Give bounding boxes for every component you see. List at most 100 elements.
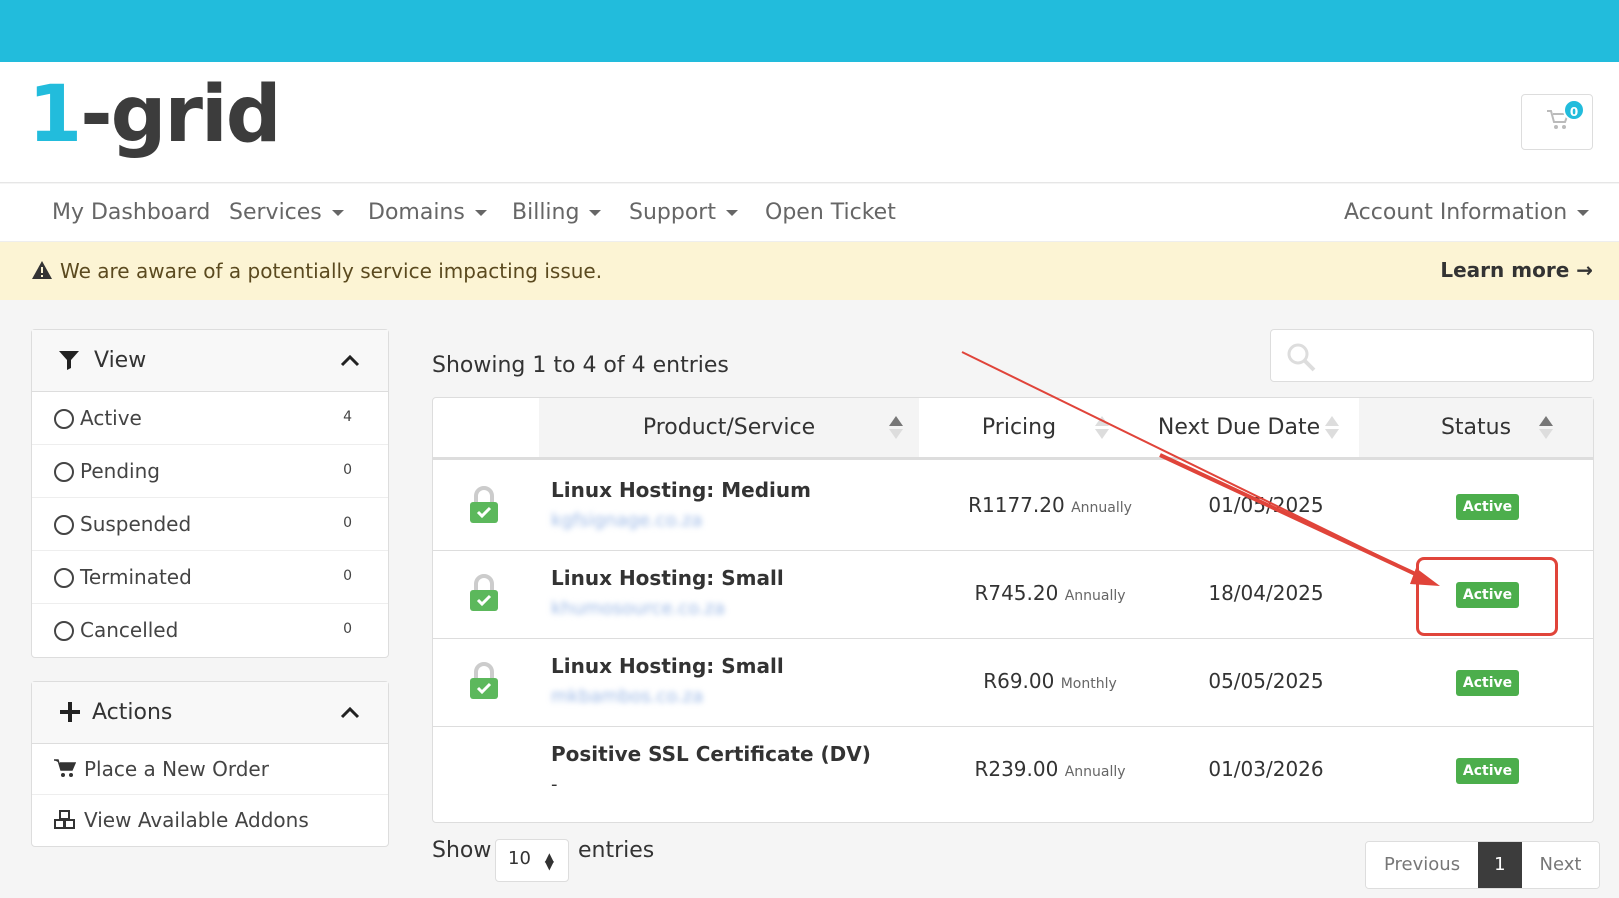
- entries-label: entries: [578, 838, 655, 863]
- site-header: 1-grid 0: [0, 62, 1619, 183]
- row-price: R1177.20 Annually: [968, 493, 1132, 517]
- filter-count: 0: [343, 515, 352, 531]
- chevron-up-icon[interactable]: [340, 352, 360, 371]
- product-name[interactable]: Linux Hosting: Small: [551, 566, 784, 590]
- actions-panel-title: Actions: [92, 700, 173, 725]
- filter-count: 0: [343, 568, 352, 584]
- search-input[interactable]: [1323, 340, 1581, 372]
- table-row[interactable]: Linux Hosting: Small mkbambos.co.za R69.…: [433, 636, 1593, 727]
- row-price: R239.00 Annually: [974, 757, 1126, 781]
- table-row[interactable]: Linux Hosting: Medium kgfsignage.co.za R…: [433, 460, 1593, 551]
- search-icon: [1285, 341, 1317, 377]
- nav-account-information[interactable]: Account Information: [1344, 200, 1590, 225]
- action-label: Place a New Order: [84, 757, 269, 781]
- arrow-right-icon: →: [1576, 258, 1593, 282]
- row-due-date: 18/04/2025: [1208, 581, 1324, 605]
- sort-icon: [1095, 416, 1109, 440]
- radio-circle-icon: [54, 568, 74, 588]
- ssl-lock-icon: [469, 486, 499, 528]
- status-badge: Active: [1456, 494, 1519, 520]
- row-due-date: 01/03/2026: [1208, 757, 1324, 781]
- radio-circle-icon: [54, 409, 74, 429]
- table-search-box[interactable]: [1270, 329, 1594, 382]
- ssl-lock-icon: [469, 574, 499, 616]
- chevron-up-icon[interactable]: [340, 704, 360, 723]
- filter-count: 0: [343, 462, 352, 478]
- nav-services[interactable]: Services: [229, 200, 344, 225]
- learn-more-link[interactable]: Learn more →: [1440, 258, 1593, 282]
- filter-icon: [58, 349, 80, 375]
- main-nav: My Dashboard Services Domains Billing Su…: [0, 184, 1619, 242]
- row-price: R69.00 Monthly: [983, 669, 1117, 693]
- product-domain: -: [551, 774, 558, 795]
- filter-label: Cancelled: [80, 618, 179, 642]
- view-filter-panel: View Active 4 Pending 0 Suspended 0 Term…: [31, 329, 389, 658]
- nav-billing[interactable]: Billing: [512, 200, 602, 225]
- table-row[interactable]: Positive SSL Certificate (DV) - R239.00 …: [433, 724, 1593, 815]
- product-domain[interactable]: khumosource.co.za: [551, 598, 725, 619]
- row-due-date: 05/05/2025: [1208, 669, 1324, 693]
- caret-down-icon: [331, 210, 344, 216]
- nav-my-dashboard[interactable]: My Dashboard: [52, 200, 210, 225]
- caret-down-icon: [589, 210, 602, 216]
- cart-icon: [54, 759, 77, 784]
- filter-label: Pending: [80, 459, 160, 483]
- view-panel-title: View: [94, 348, 147, 373]
- entries-length-select[interactable]: 10 ▲ ▼: [495, 839, 569, 882]
- product-name[interactable]: Linux Hosting: Small: [551, 654, 784, 678]
- header-status[interactable]: Status: [1359, 398, 1593, 457]
- warning-icon: [31, 260, 53, 284]
- filter-item-cancelled[interactable]: Cancelled 0: [32, 604, 388, 657]
- filter-item-suspended[interactable]: Suspended 0: [32, 498, 388, 551]
- sort-icon: [889, 416, 903, 440]
- nav-open-ticket[interactable]: Open Ticket: [765, 200, 896, 225]
- action-view-available-addons[interactable]: View Available Addons: [32, 795, 388, 846]
- actions-panel: Actions Place a New Order View Available…: [31, 681, 389, 847]
- pagination-next[interactable]: Next: [1521, 842, 1600, 888]
- product-name[interactable]: Positive SSL Certificate (DV): [551, 742, 871, 766]
- services-table: Product/Service Pricing Next Due Date St…: [432, 397, 1594, 823]
- product-domain[interactable]: mkbambos.co.za: [551, 686, 703, 707]
- radio-circle-icon: [54, 515, 74, 535]
- header-next-due-date[interactable]: Next Due Date: [1119, 398, 1359, 457]
- pagination: Previous 1 Next: [1365, 841, 1601, 889]
- top-accent-bar: [0, 0, 1619, 62]
- filter-count: 4: [343, 409, 352, 425]
- filter-item-active[interactable]: Active 4: [32, 392, 388, 445]
- alert-message: We are aware of a potentially service im…: [60, 259, 603, 283]
- nav-domains[interactable]: Domains: [368, 200, 487, 225]
- status-badge: Active: [1456, 582, 1519, 608]
- product-domain[interactable]: kgfsignage.co.za: [551, 510, 702, 531]
- filter-item-terminated[interactable]: Terminated 0: [32, 551, 388, 604]
- header-product-service[interactable]: Product/Service: [539, 398, 919, 457]
- select-arrows-icon: ▲ ▼: [544, 850, 554, 872]
- pagination-previous[interactable]: Previous: [1366, 842, 1479, 888]
- filter-label: Suspended: [80, 512, 192, 536]
- brand-logo[interactable]: 1-grid: [28, 76, 282, 154]
- header-pricing[interactable]: Pricing: [919, 398, 1119, 457]
- row-due-date: 01/05/2025: [1208, 493, 1324, 517]
- table-row[interactable]: Linux Hosting: Small khumosource.co.za R…: [433, 548, 1593, 639]
- sort-icon: [1539, 416, 1553, 440]
- header-icon-col: [433, 398, 539, 457]
- cubes-icon: [54, 810, 76, 835]
- filter-item-pending[interactable]: Pending 0: [32, 445, 388, 498]
- action-place-new-order[interactable]: Place a New Order: [32, 744, 388, 795]
- status-badge: Active: [1456, 758, 1519, 784]
- plus-icon: [60, 702, 80, 726]
- product-name[interactable]: Linux Hosting: Medium: [551, 478, 811, 502]
- caret-down-icon: [1577, 210, 1590, 216]
- nav-support[interactable]: Support: [629, 200, 738, 225]
- pagination-page-1[interactable]: 1: [1478, 842, 1522, 888]
- radio-circle-icon: [54, 621, 74, 641]
- show-label: Show: [432, 838, 492, 863]
- filter-label: Active: [80, 406, 142, 430]
- service-alert-banner: We are aware of a potentially service im…: [0, 242, 1619, 300]
- row-price: R745.20 Annually: [974, 581, 1126, 605]
- cart-button[interactable]: 0: [1521, 94, 1593, 150]
- filter-count: 0: [343, 621, 352, 637]
- actions-panel-header[interactable]: Actions: [32, 682, 388, 744]
- showing-entries-info: Showing 1 to 4 of 4 entries: [432, 353, 729, 378]
- view-panel-header[interactable]: View: [32, 330, 388, 392]
- ssl-lock-icon: [469, 662, 499, 704]
